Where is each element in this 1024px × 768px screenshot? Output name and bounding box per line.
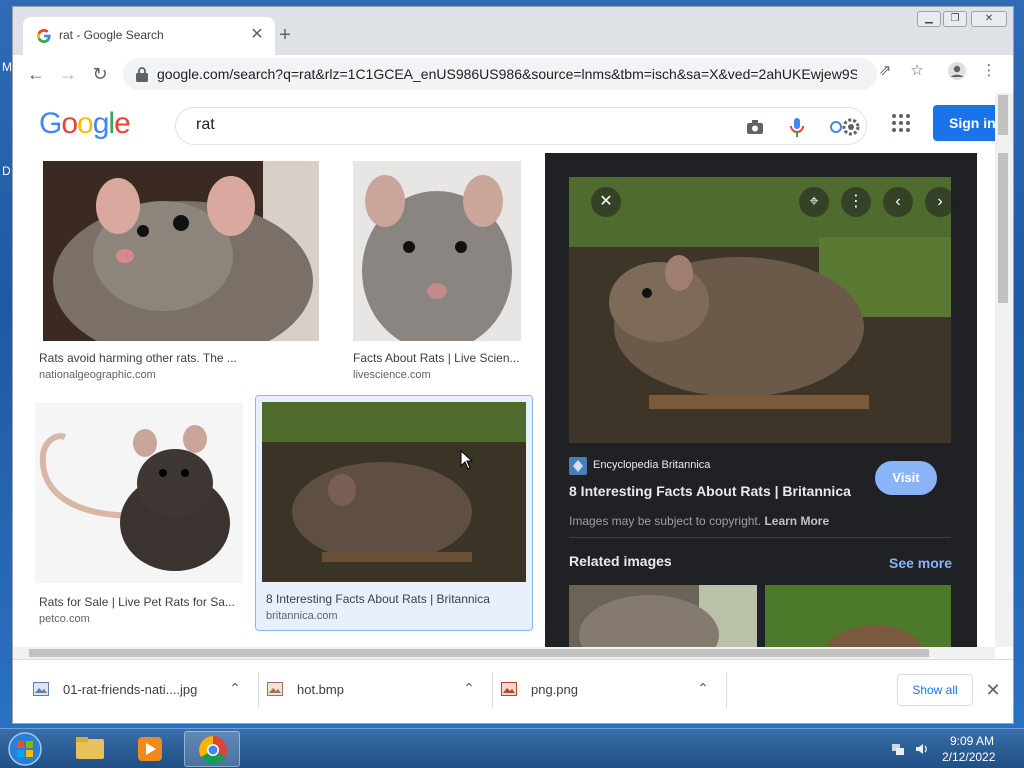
- lock-icon: [136, 67, 148, 82]
- forward-arrow-icon[interactable]: →: [55, 61, 81, 87]
- chrome-icon: [199, 736, 227, 764]
- download-item[interactable]: png.png ⌃: [493, 672, 727, 708]
- image-file-icon: [33, 682, 49, 696]
- result-caption[interactable]: Rats avoid harming other rats. The ...: [39, 351, 319, 365]
- result-thumbnail[interactable]: [35, 403, 243, 583]
- tab-strip: rat - Google Search ✕ + ▁ ❐ ✕: [13, 7, 1013, 55]
- result-thumbnail[interactable]: [353, 161, 521, 341]
- share-icon[interactable]: ⇗: [875, 61, 895, 81]
- maximize-button[interactable]: ❐: [943, 11, 967, 27]
- reload-icon[interactable]: ↻: [87, 61, 113, 87]
- image-file-icon: [267, 682, 283, 696]
- clock-date[interactable]: 2/12/2022: [942, 750, 995, 764]
- network-icon[interactable]: [890, 741, 906, 757]
- result-source[interactable]: nationalgeographic.com: [39, 369, 156, 381]
- kebab-menu-icon[interactable]: ⋮: [841, 187, 871, 217]
- search-input[interactable]: rat: [175, 107, 867, 145]
- lens-icon[interactable]: ⌖: [799, 187, 829, 217]
- tab-title: rat - Google Search: [59, 28, 164, 42]
- scrollbar-thumb[interactable]: [998, 95, 1008, 135]
- image-preview-panel: ✕ ⌖ ⋮ ‹ › Encyclopedia Britannica 8 Inte…: [545, 153, 977, 659]
- profile-icon[interactable]: [947, 61, 967, 81]
- address-bar[interactable]: google.com/search?q=rat&rlz=1C1GCEA_enUS…: [123, 58, 877, 90]
- taskbar: 9:09 AM 2/12/2022: [0, 728, 1024, 768]
- scrollbar-thumb[interactable]: [998, 153, 1008, 303]
- image-file-icon: [501, 682, 517, 696]
- chevron-right-icon[interactable]: ›: [925, 187, 955, 217]
- britannica-logo-icon: [569, 457, 587, 475]
- close-icon[interactable]: ✕: [983, 680, 1003, 700]
- url-text: google.com/search?q=rat&rlz=1C1GCEA_enUS…: [157, 66, 857, 82]
- browser-window: rat - Google Search ✕ + ▁ ❐ ✕ ← → ↻ goog…: [12, 6, 1014, 724]
- desktop-icon-label-fragment: M: [2, 60, 12, 74]
- kebab-menu-icon[interactable]: ⋮: [979, 61, 999, 81]
- download-item[interactable]: 01-rat-friends-nati....jpg ⌃: [25, 672, 259, 708]
- tab-google-search[interactable]: rat - Google Search ✕: [23, 17, 275, 55]
- show-all-button[interactable]: Show all: [897, 674, 973, 706]
- search-query-text: rat: [196, 116, 215, 133]
- page-content: Google rat Sign in Rats avoid harming ot…: [13, 93, 1013, 659]
- desktop-icon-label-fragment: D: [2, 164, 11, 178]
- image-result[interactable]: Facts About Rats | Live Scien... livesci…: [353, 155, 543, 385]
- chevron-left-icon[interactable]: ‹: [883, 187, 913, 217]
- apps-grid-icon[interactable]: [891, 113, 911, 133]
- clock-time[interactable]: 9:09 AM: [950, 734, 994, 748]
- image-result[interactable]: Rats avoid harming other rats. The ... n…: [39, 155, 329, 385]
- result-thumbnail[interactable]: [262, 402, 526, 582]
- copyright-notice: Images may be subject to copyright. Lear…: [569, 514, 829, 528]
- related-images-heading: Related images: [569, 553, 672, 569]
- result-caption[interactable]: 8 Interesting Facts About Rats | Britann…: [266, 592, 526, 606]
- download-filename: hot.bmp: [297, 682, 344, 697]
- minimize-button[interactable]: ▁: [917, 11, 941, 27]
- result-caption[interactable]: Facts About Rats | Live Scien...: [353, 351, 533, 365]
- taskbar-explorer[interactable]: [62, 731, 118, 767]
- visit-button[interactable]: Visit: [875, 461, 937, 495]
- mic-icon[interactable]: [786, 116, 808, 138]
- star-icon[interactable]: ☆: [907, 61, 927, 81]
- horizontal-scrollbar[interactable]: [13, 647, 995, 659]
- download-filename: png.png: [531, 682, 578, 697]
- browser-toolbar: ← → ↻ google.com/search?q=rat&rlz=1C1GCE…: [13, 55, 1013, 93]
- volume-icon[interactable]: [914, 741, 930, 757]
- image-result-selected[interactable]: 8 Interesting Facts About Rats | Britann…: [255, 395, 533, 631]
- result-source[interactable]: petco.com: [39, 613, 90, 625]
- folder-icon: [76, 737, 104, 759]
- close-icon[interactable]: ✕: [247, 25, 267, 45]
- windows-start-icon[interactable]: [4, 731, 46, 767]
- copyright-text: Images may be subject to copyright.: [569, 514, 762, 528]
- chevron-up-icon[interactable]: ⌃: [459, 678, 479, 698]
- download-bar: 01-rat-friends-nati....jpg ⌃ hot.bmp ⌃ p…: [13, 659, 1013, 723]
- media-player-icon: [138, 737, 162, 761]
- chevron-up-icon[interactable]: ⌃: [693, 678, 713, 698]
- download-filename: 01-rat-friends-nati....jpg: [63, 682, 198, 697]
- close-icon[interactable]: ✕: [591, 187, 621, 217]
- see-more-link[interactable]: See more: [889, 555, 952, 571]
- download-item[interactable]: hot.bmp ⌃: [259, 672, 493, 708]
- result-source[interactable]: livescience.com: [353, 369, 431, 381]
- page-scrollbar[interactable]: [995, 93, 1013, 153]
- preview-source[interactable]: Encyclopedia Britannica: [593, 459, 710, 471]
- google-favicon-icon: [37, 29, 51, 43]
- mouse-cursor-icon: [460, 450, 474, 470]
- taskbar-chrome[interactable]: [184, 731, 240, 767]
- back-arrow-icon[interactable]: ←: [23, 61, 49, 87]
- camera-icon[interactable]: [744, 116, 766, 138]
- result-source[interactable]: britannica.com: [266, 610, 338, 622]
- preview-title[interactable]: 8 Interesting Facts About Rats | Britann…: [569, 483, 851, 499]
- image-result[interactable]: Rats for Sale | Live Pet Rats for Sa... …: [35, 397, 255, 627]
- scrollbar-thumb[interactable]: [29, 649, 929, 657]
- taskbar-media-player[interactable]: [122, 731, 178, 767]
- preview-image[interactable]: [569, 177, 951, 443]
- result-caption[interactable]: Rats for Sale | Live Pet Rats for Sa...: [39, 595, 249, 609]
- chevron-up-icon[interactable]: ⌃: [225, 678, 245, 698]
- divider: [569, 537, 951, 538]
- window-close-button[interactable]: ✕: [971, 11, 1007, 27]
- result-thumbnail[interactable]: [43, 161, 319, 341]
- settings-icon[interactable]: [840, 116, 862, 138]
- learn-more-link[interactable]: Learn More: [764, 514, 829, 528]
- google-logo[interactable]: Google: [39, 107, 131, 141]
- vertical-scrollbar[interactable]: [995, 153, 1013, 647]
- plus-icon[interactable]: +: [275, 25, 295, 45]
